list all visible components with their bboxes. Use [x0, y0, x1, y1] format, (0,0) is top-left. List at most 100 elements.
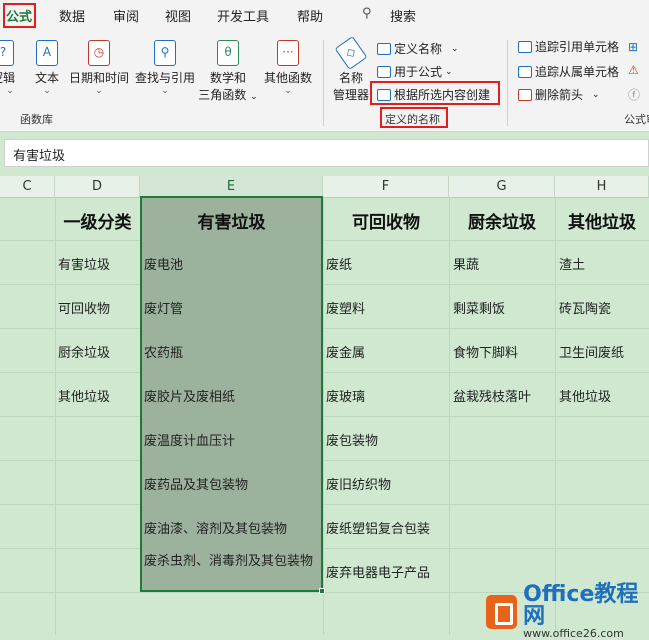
cell-e[interactable]: 废杀虫剂、消毒剂及其包装物: [144, 553, 320, 570]
remove-arrows-button[interactable]: 删除箭头 ⌄: [518, 86, 600, 103]
column-header-g[interactable]: G: [449, 176, 555, 198]
cell-e[interactable]: 废灯管: [144, 298, 183, 317]
search-icon[interactable]: ⚲: [362, 6, 372, 21]
tag-icon: ◇: [334, 36, 368, 70]
cell-f[interactable]: 废包装物: [326, 430, 378, 449]
trace-precedents-button[interactable]: 追踪引用单元格: [518, 38, 619, 55]
formula-bar[interactable]: 有害垃圾: [4, 139, 649, 167]
error-checking-icon[interactable]: ⚠: [628, 63, 639, 77]
grid-line: [0, 240, 649, 241]
chevron-down-icon: ⌄: [6, 86, 14, 96]
show-formulas-icon[interactable]: ⊞: [628, 40, 638, 54]
name-manager-label-2: 管理器: [332, 88, 369, 102]
cell-h[interactable]: 渣土: [559, 254, 585, 273]
column-header-f[interactable]: F: [323, 176, 449, 198]
trace-dependents-icon: [518, 65, 532, 78]
trace-precedents-label: 追踪引用单元格: [535, 40, 620, 54]
chevron-down-icon: ⌄: [43, 86, 51, 96]
fill-handle[interactable]: [319, 588, 325, 594]
cell-g[interactable]: 食物下脚料: [453, 342, 518, 361]
math-functions-button[interactable]: θ 数学和 三角函数 ⌄: [198, 40, 258, 103]
header-cell-h[interactable]: 其他垃圾: [555, 208, 649, 233]
grid-line: [0, 504, 649, 505]
cell-h[interactable]: 卫生间废纸: [559, 342, 624, 361]
cell-g[interactable]: 果蔬: [453, 254, 479, 273]
formula-audit-group-label: 公式审: [624, 113, 649, 126]
lookup-functions-button[interactable]: ⚲ 查找与引用 ⌄: [133, 40, 197, 96]
name-manager-button[interactable]: ◇ 名称 管理器: [330, 36, 372, 103]
text-label: 文本: [34, 71, 59, 85]
header-cell-e[interactable]: 有害垃圾: [140, 208, 323, 233]
grid-line: [0, 416, 649, 417]
column-header-h[interactable]: H: [555, 176, 649, 198]
tab-data[interactable]: 数据: [59, 6, 85, 25]
logic-button[interactable]: ? 逻辑 ⌄: [0, 40, 20, 96]
tab-view[interactable]: 视图: [165, 6, 191, 25]
grid-line: [0, 328, 649, 329]
cell-d[interactable]: 其他垃圾: [58, 386, 110, 405]
ribbon-tab-bar: 公式 数据 审阅 视图 开发工具 帮助 ⚲ 搜索: [0, 0, 649, 32]
cell-g[interactable]: 盆栽残枝落叶: [453, 386, 531, 405]
grid-line: [0, 372, 649, 373]
trace-dependents-label: 追踪从属单元格: [535, 65, 620, 79]
tab-review[interactable]: 审阅: [113, 6, 139, 25]
chevron-down-icon: ⌄: [250, 92, 258, 102]
clock-icon: ◷: [88, 40, 110, 66]
function-library-group-label: 函数库: [20, 113, 53, 126]
define-name-button[interactable]: 定义名称 ⌄: [377, 40, 459, 57]
cell-f[interactable]: 废纸塑铝复合包装: [326, 518, 430, 537]
cell-d[interactable]: 有害垃圾: [58, 254, 110, 273]
grid-line: [0, 460, 649, 461]
datetime-functions-button[interactable]: ◷ 日期和时间 ⌄: [67, 40, 131, 96]
cell-e[interactable]: 废油漆、溶剂及其包装物: [144, 518, 287, 537]
cell-d[interactable]: 厨余垃圾: [58, 342, 110, 361]
cell-f[interactable]: 废塑料: [326, 298, 365, 317]
cell-f[interactable]: 废旧纺织物: [326, 474, 391, 493]
chevron-down-icon: ⌄: [284, 86, 292, 96]
column-header-e[interactable]: E: [140, 176, 323, 198]
cell-g[interactable]: 剩菜剩饭: [453, 298, 505, 317]
evaluate-formula-icon[interactable]: ⓕ: [628, 86, 640, 103]
other-functions-button[interactable]: ··· 其他函数 ⌄: [261, 40, 315, 96]
logic-icon: ?: [0, 40, 14, 66]
cell-f[interactable]: 废弃电器电子产品: [326, 562, 430, 581]
grid-line: [0, 548, 649, 549]
math-label-line2-row: 三角函数 ⌄: [198, 86, 258, 103]
other-label: 其他函数: [263, 71, 312, 85]
formula-bar-value: 有害垃圾: [13, 149, 66, 164]
cell-f[interactable]: 废玻璃: [326, 386, 365, 405]
cell-e[interactable]: 废药品及其包装物: [144, 474, 248, 493]
tag-icon: [377, 42, 391, 55]
chevron-down-icon: ⌄: [451, 43, 459, 54]
column-header-c[interactable]: C: [0, 176, 55, 198]
watermark-url: www.office26.com: [523, 627, 624, 640]
column-header-d[interactable]: D: [55, 176, 140, 198]
math-label-line2: 三角函数: [198, 88, 247, 102]
chevron-down-icon: ⌄: [161, 86, 169, 96]
header-cell-f[interactable]: 可回收物: [323, 208, 449, 233]
more-functions-icon: ···: [277, 40, 299, 66]
header-cell-g[interactable]: 厨余垃圾: [449, 208, 555, 233]
cell-e[interactable]: 废温度计血压计: [144, 430, 235, 449]
cell-h[interactable]: 其他垃圾: [559, 386, 611, 405]
datetime-label: 日期和时间: [68, 71, 129, 85]
text-function-icon: A: [36, 40, 58, 66]
use-in-formula-button[interactable]: 用于公式 ⌄: [377, 63, 453, 80]
cell-f[interactable]: 废纸: [326, 254, 352, 273]
math-label-line1: 数学和: [209, 71, 246, 85]
header-cell-d[interactable]: 一级分类: [55, 208, 140, 233]
text-functions-button[interactable]: A 文本 ⌄: [30, 40, 64, 96]
office-logo-icon: [486, 595, 518, 629]
cell-e[interactable]: 废胶片及废相纸: [144, 386, 235, 405]
cell-h[interactable]: 砖瓦陶瓷: [559, 298, 611, 317]
search-label[interactable]: 搜索: [390, 6, 416, 25]
cell-e[interactable]: 废电池: [144, 254, 183, 273]
cell-e[interactable]: 农药瓶: [144, 342, 183, 361]
tab-highlight-box: [3, 3, 36, 28]
cell-d[interactable]: 可回收物: [58, 298, 110, 317]
trace-dependents-button[interactable]: 追踪从属单元格: [518, 63, 619, 80]
cell-f[interactable]: 废金属: [326, 342, 365, 361]
tab-help[interactable]: 帮助: [297, 6, 323, 25]
tab-developer[interactable]: 开发工具: [217, 6, 269, 25]
logic-label: 逻辑: [0, 71, 15, 85]
